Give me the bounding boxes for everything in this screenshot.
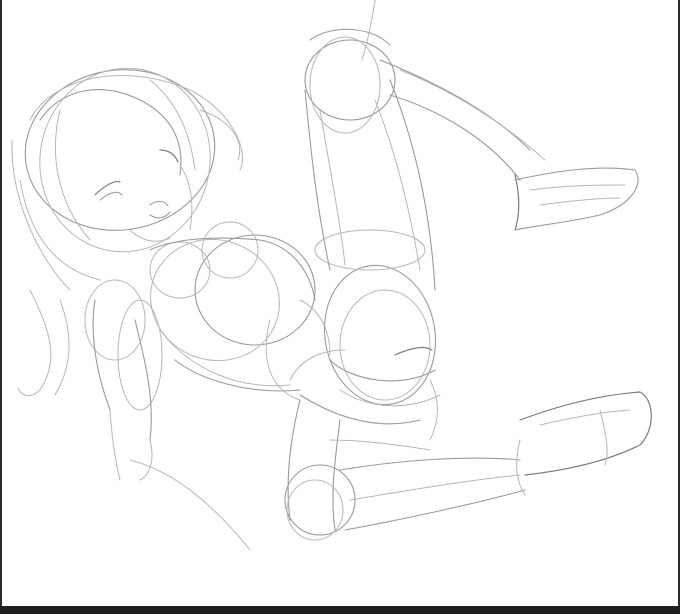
upper-shin-sketch xyxy=(379,59,639,231)
arm-sketch xyxy=(17,279,251,551)
figure-sketch xyxy=(11,0,652,551)
raised-leg-sketch xyxy=(304,0,436,291)
frame-edge-bottom xyxy=(0,606,680,614)
pelvis-sketch xyxy=(323,264,441,407)
sketch-canvas xyxy=(0,0,680,614)
head-sketch xyxy=(11,67,244,291)
thigh-sketch xyxy=(289,349,438,441)
torso-sketch xyxy=(149,221,331,401)
